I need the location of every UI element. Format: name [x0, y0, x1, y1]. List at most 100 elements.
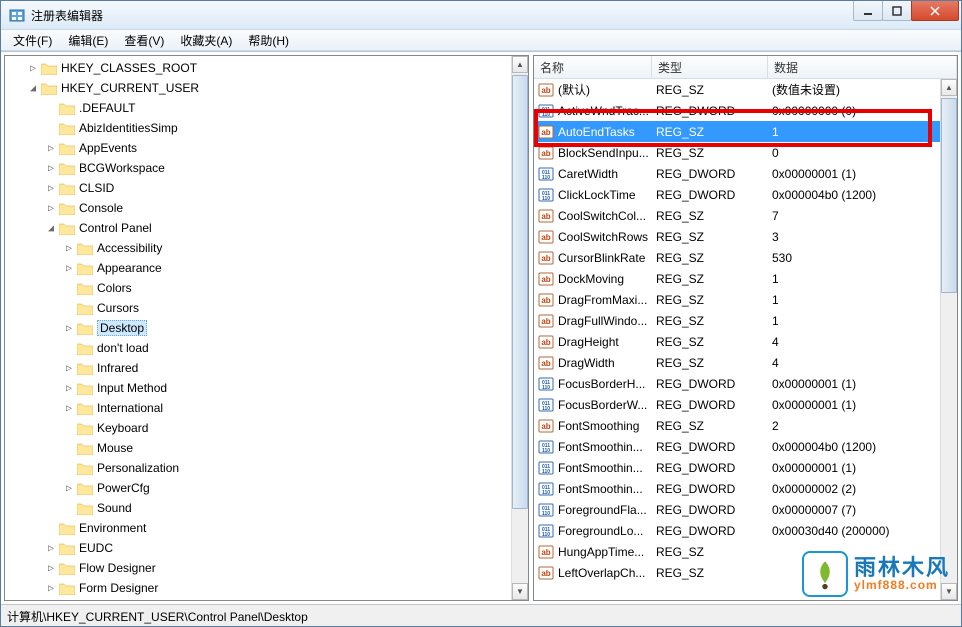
tree-node[interactable]: Colors: [5, 278, 511, 298]
close-button[interactable]: [911, 1, 959, 21]
expand-icon[interactable]: ▷: [43, 563, 59, 574]
expand-icon[interactable]: ◢: [43, 223, 59, 234]
expand-icon[interactable]: ▷: [61, 383, 77, 394]
tree-node[interactable]: ▷CLSID: [5, 178, 511, 198]
col-name[interactable]: 名称: [534, 56, 652, 78]
list-scrollbar[interactable]: ▲ ▼: [940, 79, 957, 600]
tree-node[interactable]: .DEFAULT: [5, 98, 511, 118]
tree-node[interactable]: ▷Input Method: [5, 378, 511, 398]
value-row[interactable]: 011110FocusBorderW...REG_DWORD0x00000001…: [534, 394, 940, 415]
svg-text:110: 110: [542, 448, 550, 454]
value-row[interactable]: abHungAppTime...REG_SZ: [534, 541, 940, 562]
svg-text:110: 110: [542, 469, 550, 475]
expand-icon[interactable]: ▷: [43, 183, 59, 194]
menu-favorites[interactable]: 收藏夹(A): [172, 32, 240, 49]
expand-icon[interactable]: ▷: [43, 163, 59, 174]
scroll-up-button[interactable]: ▲: [512, 56, 528, 73]
registry-tree[interactable]: ▷HKEY_CLASSES_ROOT◢HKEY_CURRENT_USER.DEF…: [5, 56, 511, 600]
value-row[interactable]: 011110ForegroundFla...REG_DWORD0x0000000…: [534, 499, 940, 520]
value-row[interactable]: abFontSmoothingREG_SZ2: [534, 415, 940, 436]
col-type[interactable]: 类型: [652, 56, 768, 78]
tree-node[interactable]: AbizIdentitiesSimp: [5, 118, 511, 138]
expand-icon[interactable]: ▷: [43, 583, 59, 594]
value-row[interactable]: abCoolSwitchRowsREG_SZ3: [534, 226, 940, 247]
tree-node[interactable]: ▷Appearance: [5, 258, 511, 278]
values-list[interactable]: ab(默认)REG_SZ(数值未设置)011110ActiveWndTrac..…: [534, 79, 940, 600]
value-row[interactable]: abDragHeightREG_SZ4: [534, 331, 940, 352]
scroll-track[interactable]: [512, 73, 528, 583]
menu-help[interactable]: 帮助(H): [240, 32, 297, 49]
expand-icon[interactable]: ▷: [43, 203, 59, 214]
tree-node[interactable]: ◢Control Panel: [5, 218, 511, 238]
tree-node[interactable]: ▷HKEY_CLASSES_ROOT: [5, 58, 511, 78]
expand-icon[interactable]: ▷: [61, 323, 77, 334]
tree-node[interactable]: Sound: [5, 498, 511, 518]
list-header[interactable]: 名称 类型 数据: [534, 56, 957, 79]
scroll-down-button[interactable]: ▼: [941, 583, 957, 600]
expand-icon[interactable]: ▷: [61, 483, 77, 494]
tree-node[interactable]: ▷Desktop: [5, 318, 511, 338]
tree-node[interactable]: Environment: [5, 518, 511, 538]
tree-node[interactable]: ▷Flow Designer: [5, 558, 511, 578]
tree-node[interactable]: Cursors: [5, 298, 511, 318]
value-row[interactable]: abBlockSendInpu...REG_SZ0: [534, 142, 940, 163]
value-row[interactable]: 011110FontSmoothin...REG_DWORD0x000004b0…: [534, 436, 940, 457]
expand-icon[interactable]: ▷: [43, 543, 59, 554]
value-row[interactable]: abLeftOverlapCh...REG_SZ: [534, 562, 940, 583]
minimize-button[interactable]: [853, 1, 883, 21]
value-row[interactable]: 011110ActiveWndTrac...REG_DWORD0x0000000…: [534, 100, 940, 121]
value-row[interactable]: 011110CaretWidthREG_DWORD0x00000001 (1): [534, 163, 940, 184]
value-data: 4: [768, 356, 940, 370]
maximize-button[interactable]: [882, 1, 912, 21]
value-row[interactable]: 011110FocusBorderH...REG_DWORD0x00000001…: [534, 373, 940, 394]
menu-view[interactable]: 查看(V): [116, 32, 172, 49]
menu-edit[interactable]: 编辑(E): [60, 32, 116, 49]
tree-node[interactable]: don't load: [5, 338, 511, 358]
scroll-thumb[interactable]: [941, 98, 957, 293]
scroll-down-button[interactable]: ▼: [512, 583, 528, 600]
tree-scrollbar[interactable]: ▲ ▼: [511, 56, 528, 600]
value-row[interactable]: abDragWidthREG_SZ4: [534, 352, 940, 373]
menu-file[interactable]: 文件(F): [5, 32, 60, 49]
tree-node[interactable]: ▷Infrared: [5, 358, 511, 378]
tree-node[interactable]: ▷PowerCfg: [5, 478, 511, 498]
expand-icon[interactable]: ▷: [61, 403, 77, 414]
expand-icon[interactable]: ▷: [43, 143, 59, 154]
value-type: REG_SZ: [652, 251, 768, 265]
value-row[interactable]: abCursorBlinkRateREG_SZ530: [534, 247, 940, 268]
tree-node[interactable]: Personalization: [5, 458, 511, 478]
tree-node[interactable]: ▷Form Designer: [5, 578, 511, 598]
value-row[interactable]: abCoolSwitchCol...REG_SZ7: [534, 205, 940, 226]
value-row[interactable]: ab(默认)REG_SZ(数值未设置): [534, 79, 940, 100]
value-name: ForegroundLo...: [558, 524, 643, 538]
scroll-track[interactable]: [941, 96, 957, 583]
value-row[interactable]: abDragFullWindo...REG_SZ1: [534, 310, 940, 331]
tree-node[interactable]: ◢HKEY_CURRENT_USER: [5, 78, 511, 98]
tree-node[interactable]: ▷EUDC: [5, 538, 511, 558]
string-icon: ab: [538, 292, 554, 308]
tree-node[interactable]: Mouse: [5, 438, 511, 458]
statusbar: 计算机\HKEY_CURRENT_USER\Control Panel\Desk…: [1, 604, 961, 626]
value-row[interactable]: 011110ClickLockTimeREG_DWORD0x000004b0 (…: [534, 184, 940, 205]
expand-icon[interactable]: ▷: [61, 243, 77, 254]
expand-icon[interactable]: ◢: [25, 83, 41, 94]
col-data[interactable]: 数据: [768, 56, 957, 78]
tree-node[interactable]: Keyboard: [5, 418, 511, 438]
titlebar[interactable]: 注册表编辑器: [1, 1, 961, 30]
value-row[interactable]: 011110ForegroundLo...REG_DWORD0x00030d40…: [534, 520, 940, 541]
value-row[interactable]: 011110FontSmoothin...REG_DWORD0x00000001…: [534, 457, 940, 478]
tree-node[interactable]: ▷AppEvents: [5, 138, 511, 158]
value-row[interactable]: abDockMovingREG_SZ1: [534, 268, 940, 289]
value-row[interactable]: 011110FontSmoothin...REG_DWORD0x00000002…: [534, 478, 940, 499]
scroll-up-button[interactable]: ▲: [941, 79, 957, 96]
expand-icon[interactable]: ▷: [61, 263, 77, 274]
scroll-thumb[interactable]: [512, 75, 528, 509]
tree-node[interactable]: ▷Console: [5, 198, 511, 218]
tree-node[interactable]: ▷BCGWorkspace: [5, 158, 511, 178]
value-row[interactable]: abAutoEndTasksREG_SZ1: [534, 121, 940, 142]
tree-node[interactable]: ▷International: [5, 398, 511, 418]
expand-icon[interactable]: ▷: [25, 63, 41, 74]
tree-node[interactable]: ▷Accessibility: [5, 238, 511, 258]
expand-icon[interactable]: ▷: [61, 363, 77, 374]
value-row[interactable]: abDragFromMaxi...REG_SZ1: [534, 289, 940, 310]
